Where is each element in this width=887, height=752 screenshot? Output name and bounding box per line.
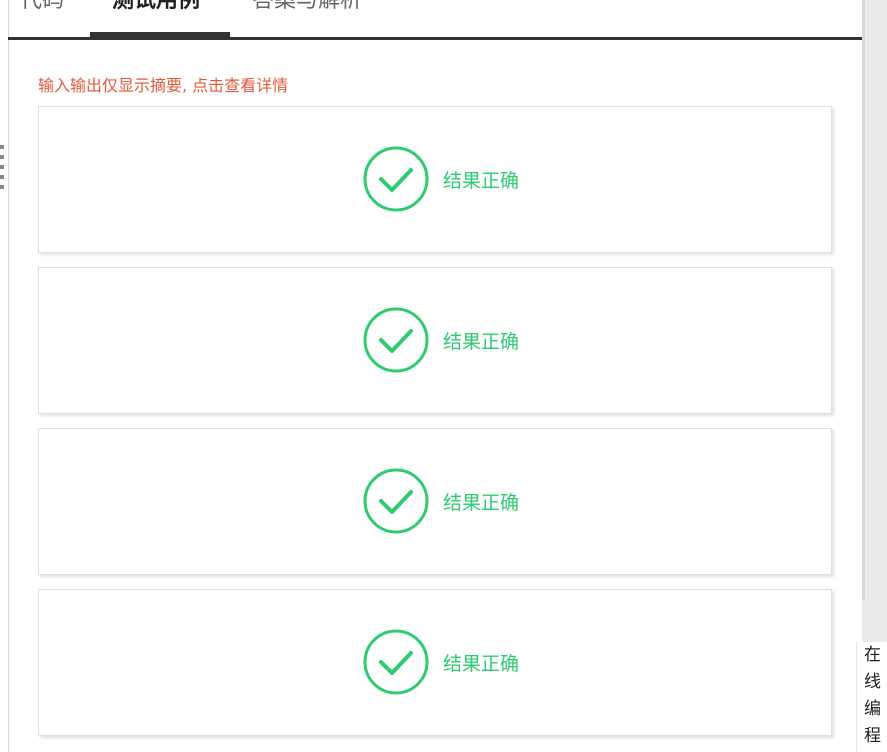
test-result-label: 结果正确	[443, 169, 520, 192]
check-circle-icon	[363, 468, 429, 534]
check-circle-icon	[363, 307, 429, 373]
scrollbar-thumb[interactable]	[862, 0, 865, 600]
tab-code[interactable]: 代码	[20, 0, 64, 28]
test-case-list: 结果正确 结果正确 结果正确 结果正确	[38, 106, 832, 750]
scrollbar-track[interactable]	[862, 0, 887, 752]
tab-answer[interactable]: 答案与解析	[252, 0, 362, 28]
test-case-card[interactable]: 结果正确	[38, 428, 832, 575]
online-coding-char: 程	[864, 726, 881, 746]
tab-bar-divider	[8, 37, 862, 40]
online-coding-button[interactable]: 在 线 编 程	[856, 642, 887, 752]
check-circle-icon	[363, 146, 429, 212]
online-coding-char: 在	[864, 645, 881, 665]
test-case-card[interactable]: 结果正确	[38, 589, 832, 736]
left-divider	[8, 0, 9, 752]
test-result-label: 结果正确	[443, 330, 520, 353]
summary-hint[interactable]: 输入输出仅显示摘要, 点击查看详情	[38, 72, 288, 96]
page: 代码 测试用例 答案与解析 输入输出仅显示摘要, 点击查看详情 结果正确 结果正…	[0, 0, 887, 752]
test-result-label: 结果正确	[443, 652, 520, 675]
resize-handle[interactable]	[0, 145, 4, 201]
online-coding-char: 线	[864, 672, 881, 692]
test-case-card[interactable]: 结果正确	[38, 106, 832, 253]
test-case-card[interactable]: 结果正确	[38, 267, 832, 414]
test-result-label: 结果正确	[443, 491, 520, 514]
online-coding-char: 编	[864, 699, 881, 719]
check-circle-icon	[363, 629, 429, 695]
tab-tests[interactable]: 测试用例	[112, 0, 200, 28]
